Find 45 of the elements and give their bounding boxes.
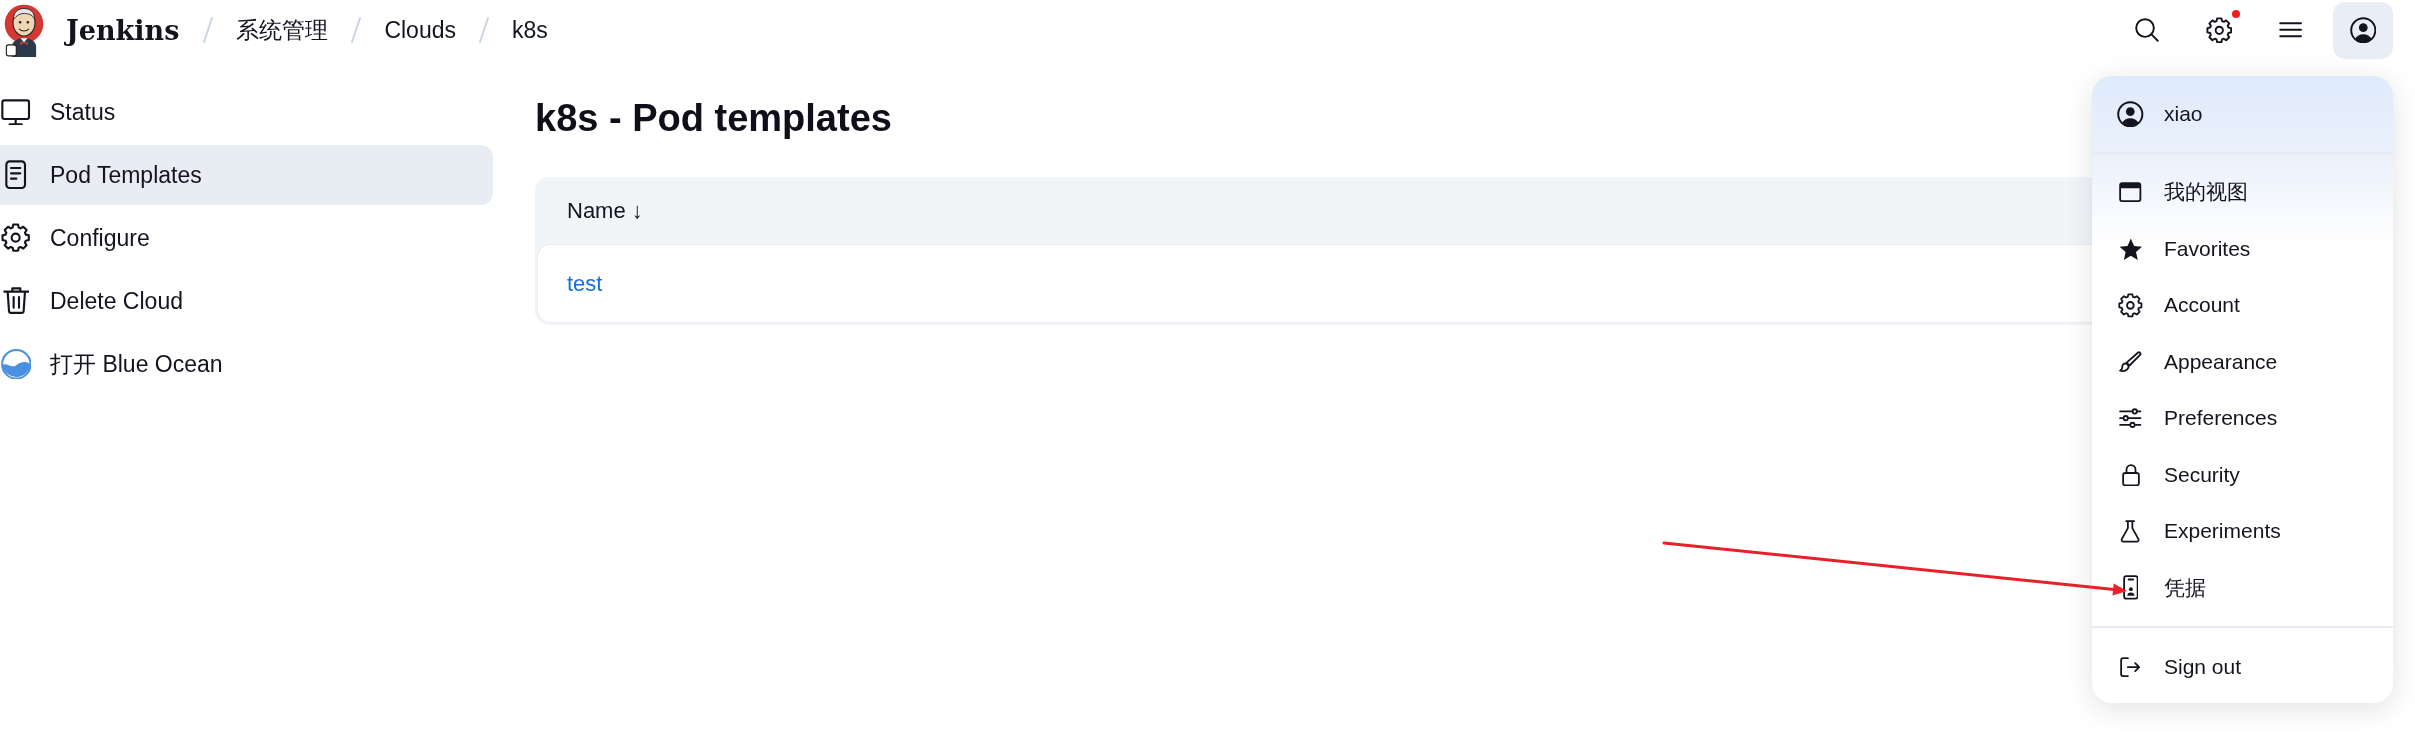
menu-item[interactable]: Preferences: [2092, 390, 2393, 447]
slash-icon: [479, 17, 489, 43]
star-icon: [2118, 237, 2143, 260]
menu-item[interactable]: 我的视图: [2092, 164, 2393, 221]
sidebar-item[interactable]: Configure: [0, 208, 493, 268]
breadcrumb-link[interactable]: 系统管理: [236, 14, 329, 46]
slash-icon: [351, 17, 362, 43]
home-link[interactable]: Jenkins: [4, 3, 180, 57]
user-icon: [2349, 16, 2377, 44]
menu-item[interactable]: Account: [2092, 277, 2393, 334]
sidebar-item[interactable]: Pod Templates: [0, 145, 493, 205]
monitor-icon: [1, 98, 31, 126]
id-badge-icon: [2122, 575, 2139, 601]
search-icon: [2135, 18, 2159, 42]
menu-item[interactable]: 凭据: [2092, 559, 2393, 616]
user-icon: [2117, 100, 2144, 128]
gear-icon: [2118, 292, 2143, 318]
page-title: k8s - Pod templates: [535, 96, 892, 141]
gear-icon: [2205, 16, 2233, 44]
sidebar-item[interactable]: 打开 Blue Ocean: [0, 334, 493, 394]
sliders-icon: [2119, 408, 2142, 429]
breadcrumb-link[interactable]: Clouds: [384, 16, 456, 44]
menu-item[interactable]: Security: [2092, 446, 2393, 503]
sidebar-item[interactable]: Status: [0, 82, 493, 142]
paintbrush-icon: [2119, 350, 2142, 373]
sidebar-item[interactable]: Delete Cloud: [0, 271, 493, 331]
window-icon: [2119, 182, 2142, 203]
sign-out-icon: [2120, 657, 2141, 678]
column-header-button[interactable]: Name ↓: [567, 198, 643, 224]
lock-icon: [2121, 463, 2140, 486]
slash-icon: [203, 17, 214, 43]
sign-out-link[interactable]: Sign out: [2092, 639, 2393, 696]
flask-icon: [2120, 519, 2141, 543]
menu-item[interactable]: Experiments: [2092, 503, 2393, 560]
menu-icon: [2279, 22, 2303, 38]
user-profile-link[interactable]: xiao: [2092, 76, 2393, 154]
menu-item[interactable]: Favorites: [2092, 220, 2393, 277]
user-menu-button[interactable]: [2333, 1, 2393, 59]
breadcrumb-link[interactable]: k8s: [512, 16, 548, 44]
butler-logo-icon: [4, 3, 44, 57]
template-link[interactable]: test: [567, 270, 603, 297]
gear-icon: [1, 223, 31, 253]
menu-item[interactable]: Appearance: [2092, 333, 2393, 390]
trash-icon: [2, 287, 30, 315]
document-icon: [5, 160, 27, 190]
